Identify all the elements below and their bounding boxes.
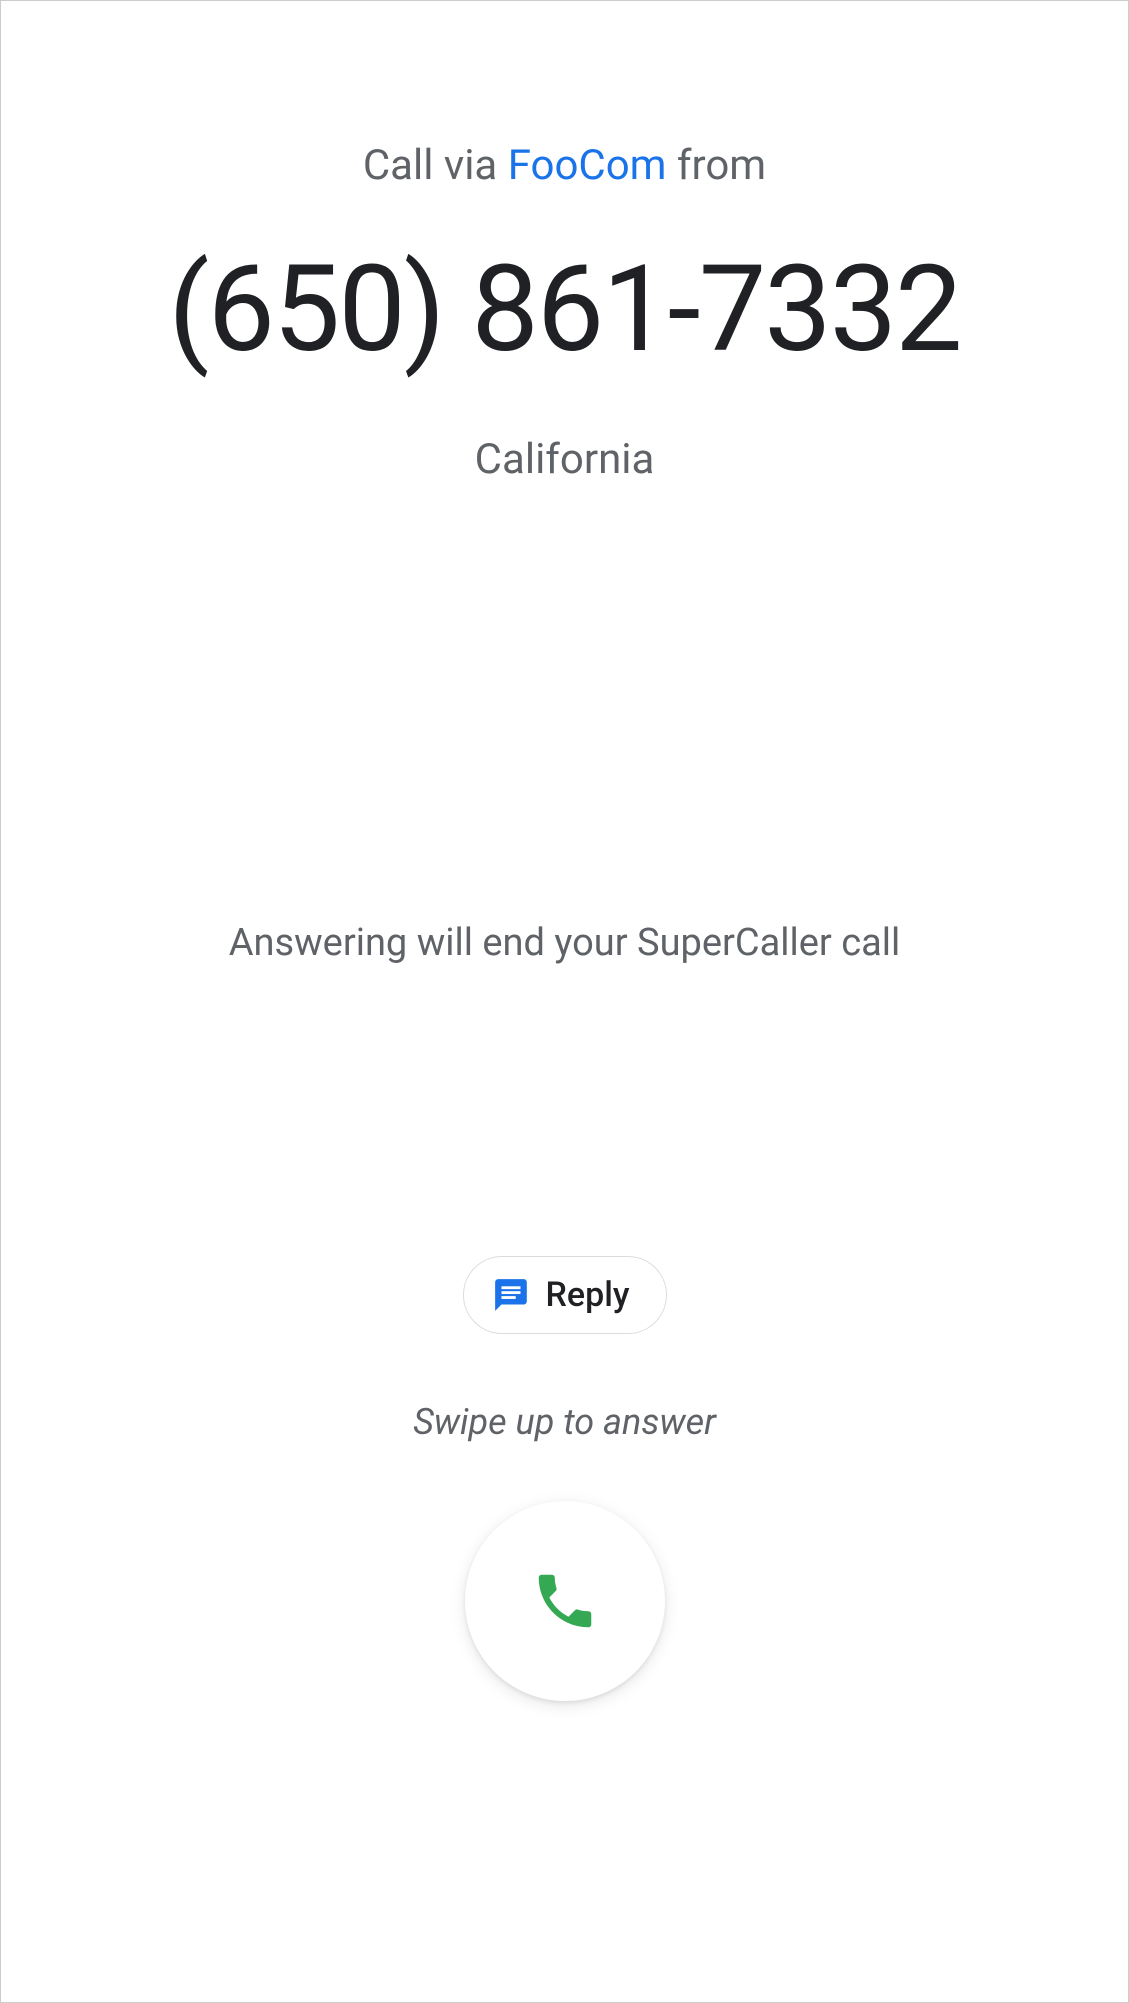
phone-icon xyxy=(530,1566,600,1636)
call-conflict-warning: Answering will end your SuperCaller call xyxy=(1,921,1128,965)
incoming-call-screen: Call via FooCom from (650) 861-7332 Cali… xyxy=(1,1,1128,2002)
reply-button-label: Reply xyxy=(545,1275,629,1315)
answer-call-button[interactable] xyxy=(465,1501,665,1701)
swipe-hint: Swipe up to answer xyxy=(1,1401,1128,1443)
reply-button[interactable]: Reply xyxy=(462,1256,666,1334)
call-via-prefix: Call via xyxy=(363,141,508,190)
call-via-suffix: from xyxy=(667,141,767,190)
caller-location: California xyxy=(475,435,655,484)
call-via-brand: FooCom xyxy=(508,141,667,190)
caller-phone-number: (650) 861-7332 xyxy=(168,240,960,380)
chat-icon xyxy=(491,1276,529,1314)
call-via-label: Call via FooCom from xyxy=(363,141,766,190)
